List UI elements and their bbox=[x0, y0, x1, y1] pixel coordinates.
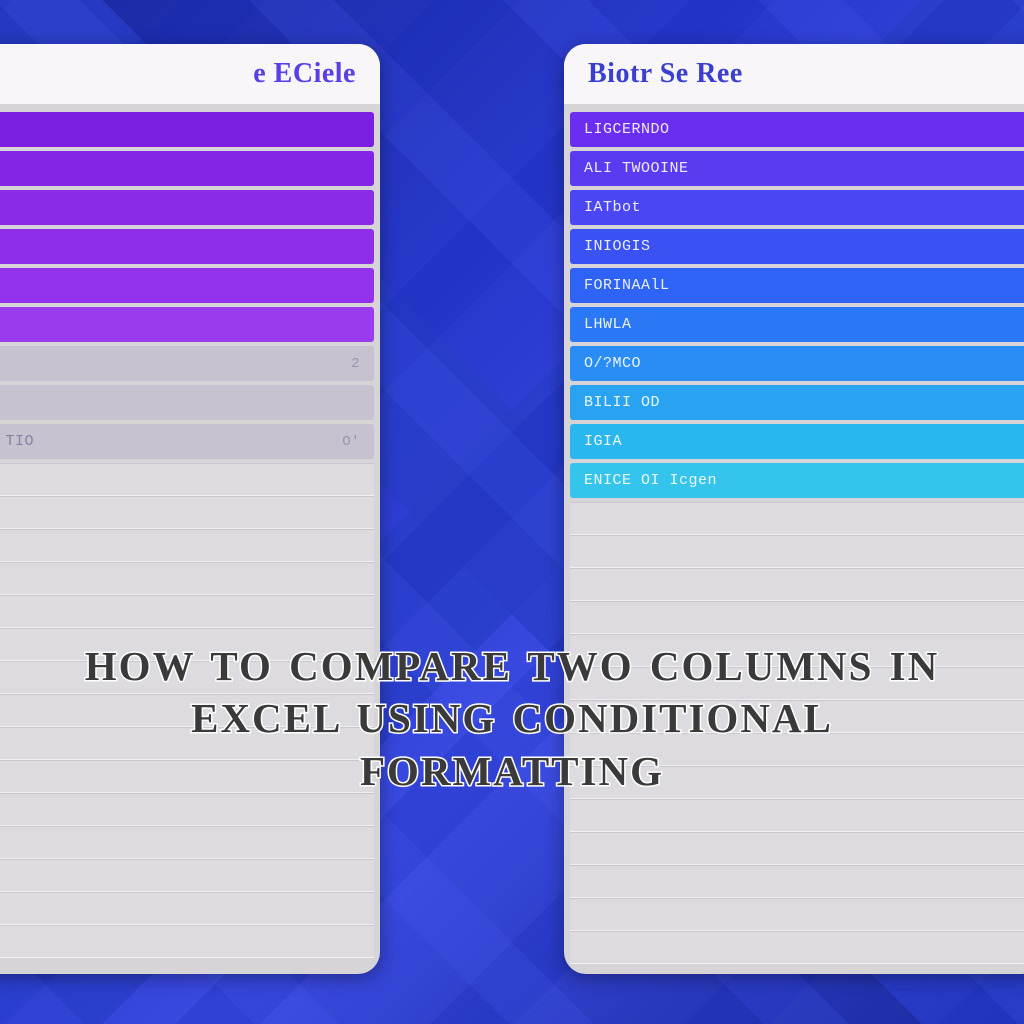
title-container: How To Compare Two Columns In Excel Usin… bbox=[0, 640, 1024, 797]
left-row: IONXIISH bbox=[0, 385, 374, 420]
empty-row bbox=[570, 799, 1024, 832]
row-label: BILII OD bbox=[584, 394, 660, 411]
row-label: ENICE OI Icgen bbox=[584, 472, 717, 489]
left-row: CP. EIMO TIO O' bbox=[0, 424, 374, 459]
empty-row bbox=[570, 832, 1024, 865]
right-row: LHWLA bbox=[570, 307, 1024, 342]
right-row: IATbot bbox=[570, 190, 1024, 225]
empty-row bbox=[570, 568, 1024, 601]
right-card-header: Biotr Se Ree bbox=[564, 44, 1024, 104]
empty-row bbox=[0, 859, 374, 892]
row-label: INIOGIS bbox=[584, 238, 651, 255]
empty-row bbox=[0, 463, 374, 496]
empty-row bbox=[0, 595, 374, 628]
empty-row bbox=[570, 601, 1024, 634]
row-label: LIGCERNDO bbox=[584, 121, 670, 138]
right-row: IGIA bbox=[570, 424, 1024, 459]
left-column-card: e ECiele OTH (NH' K IB 'CGFNIE WILO TXOIII2 IO… bbox=[0, 44, 380, 974]
row-right-value: O' bbox=[342, 434, 360, 450]
empty-row bbox=[570, 535, 1024, 568]
empty-row bbox=[570, 931, 1024, 964]
left-row: (NH' bbox=[0, 190, 374, 225]
empty-row bbox=[0, 793, 374, 826]
left-row: 'CGFNIE bbox=[0, 268, 374, 303]
right-row: BILII OD bbox=[570, 385, 1024, 420]
page-title: How To Compare Two Columns In Excel Usin… bbox=[80, 640, 944, 797]
row-label: ALI TWOOINE bbox=[584, 160, 689, 177]
right-row: INIOGIS bbox=[570, 229, 1024, 264]
empty-row bbox=[0, 925, 374, 958]
left-row: WILO bbox=[0, 307, 374, 342]
right-row: O/?MCO bbox=[570, 346, 1024, 381]
row-label: O/?MCO bbox=[584, 355, 641, 372]
empty-row bbox=[0, 529, 374, 562]
right-row: FORINAAlL bbox=[570, 268, 1024, 303]
empty-row bbox=[570, 502, 1024, 535]
row-label: IATbot bbox=[584, 199, 641, 216]
left-card-header: e ECiele bbox=[0, 44, 380, 104]
right-row: ENICE OI Icgen bbox=[570, 463, 1024, 498]
row-right-value: 2 bbox=[351, 356, 360, 372]
left-row: TXOIII2 bbox=[0, 346, 374, 381]
stage: e ECiele OTH (NH' K IB 'CGFNIE WILO TXOIII2 IO… bbox=[0, 0, 1024, 1024]
right-row: ALI TWOOINE bbox=[570, 151, 1024, 186]
right-column-card: Biotr Se Ree LIGCERNDO ALI TWOOINE IATbot I… bbox=[564, 44, 1024, 974]
left-row bbox=[0, 112, 374, 147]
empty-row bbox=[0, 826, 374, 859]
left-card-rows: OTH (NH' K IB 'CGFNIE WILO TXOIII2 IONXIISH CP.… bbox=[0, 104, 380, 958]
left-row: K IB bbox=[0, 229, 374, 264]
empty-row bbox=[0, 562, 374, 595]
row-label: IGIA bbox=[584, 433, 622, 450]
row-label: LHWLA bbox=[584, 316, 632, 333]
row-label: CP. EIMO TIO bbox=[0, 433, 34, 450]
empty-row bbox=[0, 892, 374, 925]
right-row: LIGCERNDO bbox=[570, 112, 1024, 147]
row-label: FORINAAlL bbox=[584, 277, 670, 294]
empty-row bbox=[570, 898, 1024, 931]
right-card-rows: LIGCERNDO ALI TWOOINE IATbot INIOGIS FORINAA… bbox=[564, 104, 1024, 964]
empty-row bbox=[0, 496, 374, 529]
empty-row bbox=[570, 865, 1024, 898]
left-row: OTH bbox=[0, 151, 374, 186]
